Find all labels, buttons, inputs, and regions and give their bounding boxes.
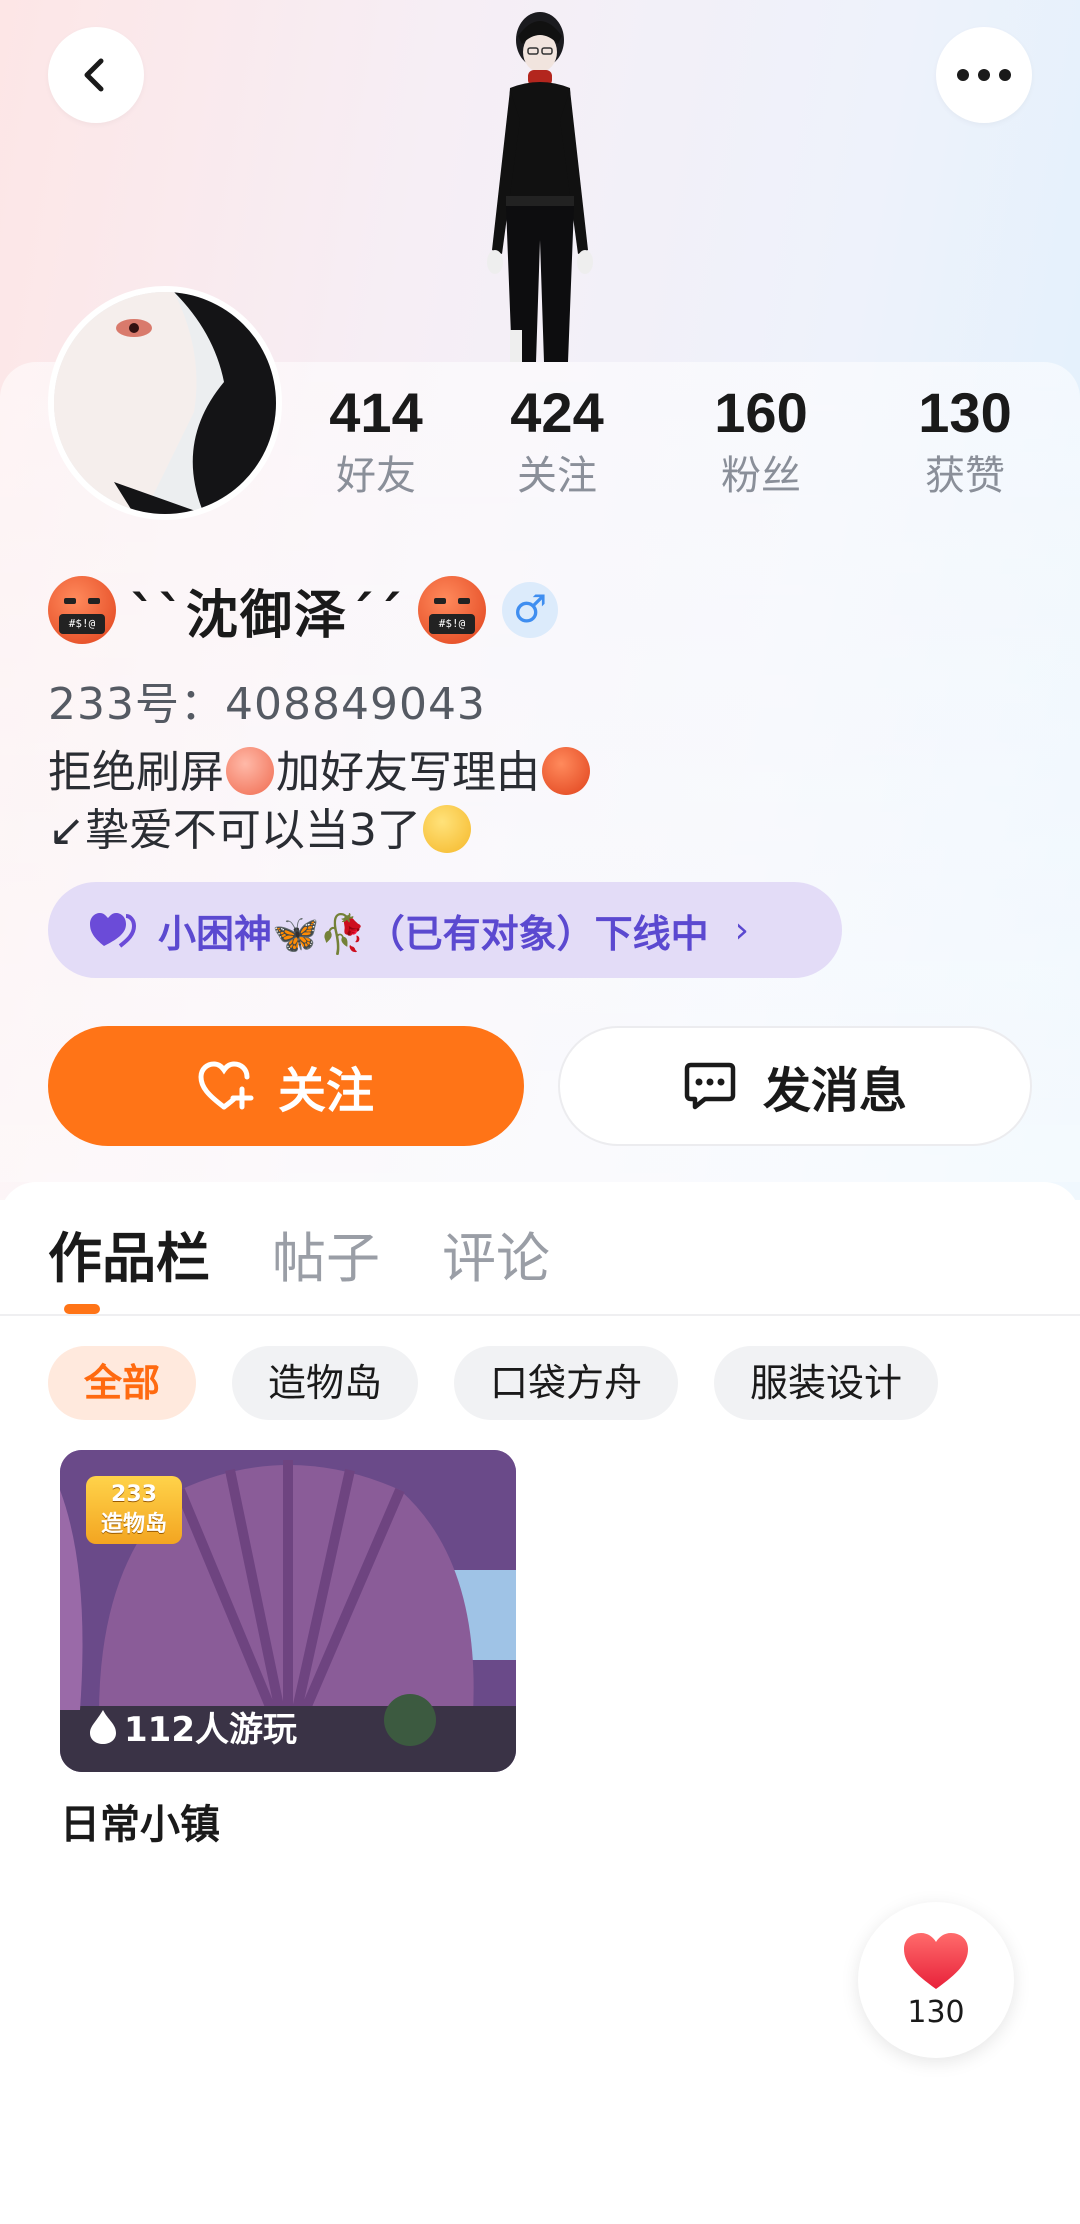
stat-label: 关注: [517, 453, 597, 499]
male-gender-icon: ♂: [502, 582, 559, 638]
status-text: 小困神🦋🥀（已有对象）下线中: [158, 911, 709, 956]
username: ``沈御泽´´: [130, 585, 405, 646]
filter-chips: 全部 造物岛 口袋方舟 服装设计: [48, 1346, 974, 1420]
chevron-right-icon: ›: [734, 909, 750, 951]
stat-value: 130: [918, 381, 1012, 444]
play-count-text: 112人游玩: [124, 1710, 297, 1750]
stat-friends[interactable]: 414 好友: [286, 380, 466, 504]
more-options-button[interactable]: [936, 27, 1032, 123]
stat-label: 粉丝: [721, 453, 801, 499]
filter-chip-all[interactable]: 全部: [48, 1346, 197, 1420]
profile-avatar[interactable]: [48, 286, 282, 520]
content-tabs: 作品栏 帖子 评论: [48, 1224, 612, 1294]
avatar-image: [54, 292, 276, 514]
work-card[interactable]: 233 造物岛 112人游玩 日常小镇: [60, 1450, 516, 1850]
stat-value: 424: [510, 381, 604, 444]
hot-face-emoji-icon: [226, 747, 274, 795]
character-avatar-figure[interactable]: [440, 0, 640, 362]
filter-chip-creation-island[interactable]: 造物岛: [232, 1346, 419, 1420]
stat-label: 好友: [336, 453, 416, 499]
angry-face-emoji-icon: #$!@: [418, 576, 487, 644]
creation-island-logo: 233 造物岛: [86, 1476, 182, 1544]
relationship-status-pill[interactable]: 小困神🦋🥀（已有对象）下线中 ›: [48, 882, 842, 978]
chevron-left-icon: [84, 58, 104, 92]
double-heart-icon: [90, 913, 136, 948]
stat-likes[interactable]: 130 获赞: [875, 380, 1055, 504]
bio: 拒绝刷屏 加好友写理由 ↙挚爱不可以当3了: [48, 744, 592, 860]
like-button[interactable]: 130: [858, 1902, 1014, 2058]
flame-icon: [90, 1709, 116, 1744]
like-count: 130: [907, 1994, 965, 2030]
filter-chip-pocket-ark[interactable]: 口袋方舟: [454, 1346, 679, 1420]
bio-text: 加好友写理由: [276, 747, 540, 798]
smile-emoji-icon: [422, 805, 471, 853]
filter-chip-fashion-design[interactable]: 服装设计: [714, 1346, 939, 1420]
logo-text: 造物岛: [100, 1512, 167, 1537]
work-title: 日常小镇: [60, 1802, 220, 1848]
tabs-divider: [0, 1314, 1080, 1316]
stat-fans[interactable]: 160 粉丝: [671, 380, 851, 504]
logo-text: 233: [111, 1482, 157, 1507]
stat-following[interactable]: 424 关注: [467, 380, 647, 504]
bio-text: 拒绝刷屏: [48, 747, 224, 798]
tab-comments[interactable]: 评论: [442, 1224, 550, 1294]
heart-plus-icon: [198, 1061, 254, 1110]
tab-posts[interactable]: 帖子: [272, 1224, 380, 1294]
follow-button[interactable]: 关注: [48, 1026, 524, 1146]
back-button[interactable]: [48, 27, 144, 123]
stat-label: 获赞: [925, 453, 1005, 499]
user-id[interactable]: 233号：408849043: [48, 668, 486, 732]
more-dots-icon: [957, 69, 1011, 81]
stat-value: 414: [329, 381, 423, 444]
active-tab-indicator: [64, 1304, 100, 1314]
chat-bubble-icon: [684, 1062, 736, 1110]
bio-text: ↙挚爱不可以当3了: [48, 805, 421, 856]
heart-icon: [904, 1932, 968, 1989]
send-message-button[interactable]: 发消息: [558, 1026, 1032, 1146]
follow-label: 关注: [277, 1063, 374, 1119]
name-row: #$!@ ``沈御泽´´ #$!@ ♂: [48, 572, 559, 648]
message-label: 发消息: [762, 1063, 907, 1119]
tab-works[interactable]: 作品栏: [48, 1224, 210, 1294]
play-count: 112人游玩: [88, 1702, 297, 1751]
angry-face-emoji-icon: [542, 747, 590, 795]
work-thumbnail: 233 造物岛 112人游玩: [60, 1450, 516, 1772]
content-section: 作品栏 帖子 评论 全部 造物岛 口袋方舟 服装设计 233 造物岛 112人游…: [0, 1182, 1080, 2224]
angry-face-emoji-icon: #$!@: [48, 576, 116, 644]
stat-value: 160: [714, 381, 808, 444]
